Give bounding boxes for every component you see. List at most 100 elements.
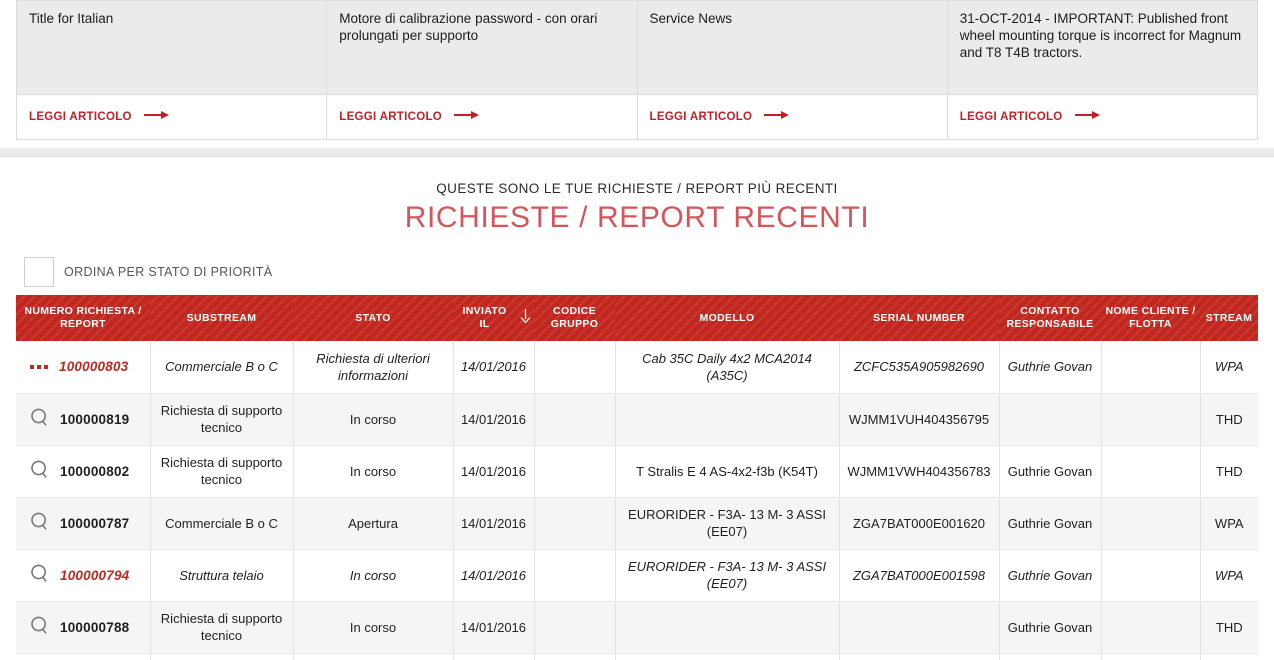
cell-contatto (999, 393, 1102, 446)
column-header-nome-cliente[interactable]: NOME CLIENTE / FLOTTA (1101, 295, 1200, 341)
cell-modello: EURORIDER - F3A- 13 M- 3 ASSI (EE07) (615, 497, 840, 550)
news-card: Service News LEGGI ARTICOLO (636, 0, 947, 140)
cell-modello: EURORIDER - F3A- 13 M- 3 ASSI (EE07) (615, 549, 840, 602)
news-card-title: Motore di calibrazione password - con or… (339, 11, 598, 43)
column-header-label: CONTATTO RESPONSABILE (1006, 305, 1094, 330)
table-row[interactable]: 100000819 Richiesta di supporto tecnico In… (16, 393, 1258, 446)
request-number: 100000803 (59, 359, 129, 375)
cell-numero-richiesta[interactable]: 100000819 (16, 393, 151, 446)
column-header-numero-richiesta[interactable]: NUMERO RICHIESTA / REPORT (16, 295, 150, 341)
cell-inviato-il: 14/01/2016 (453, 549, 535, 602)
column-header-label: STATO (355, 311, 391, 324)
cell-stream: WPA (1200, 341, 1258, 394)
news-card-title: 31-OCT-2014 - IMPORTANT: Published front… (959, 11, 1242, 60)
cell-nome-cliente (1101, 497, 1201, 550)
table-row[interactable]: 100000803 Commerciale B o C Richiesta di u… (16, 341, 1258, 394)
cell-stream: THD (1200, 653, 1258, 660)
cell-inviato-il: 14/01/2016 (453, 445, 535, 498)
column-header-contatto-responsabile[interactable]: CONTATTO RESPONSABILE (999, 295, 1101, 341)
cell-codice-gruppo (534, 445, 616, 498)
cell-serial-number: ZGA7BAT000E001620 (839, 497, 1000, 550)
cell-numero-richiesta[interactable]: 100000802 (16, 445, 151, 498)
news-card: 31-OCT-2014 - IMPORTANT: Published front… (946, 0, 1258, 140)
magnifier-icon[interactable] (30, 460, 49, 483)
cell-stream: THD (1200, 393, 1258, 446)
cell-stream: WPA (1200, 549, 1258, 602)
arrow-right-icon (143, 108, 170, 127)
magnifier-icon[interactable] (30, 408, 49, 431)
news-card: Title for Italian LEGGI ARTICOLO (16, 0, 327, 140)
cell-modello: Cab 35C Daily 4x2 MCA2014 (A35C) (615, 341, 840, 394)
table-row[interactable]: 100000789Richiesta di supporto tecnicoIn… (16, 653, 1258, 660)
arrow-right-icon (1074, 108, 1101, 127)
request-number: 100000819 (60, 411, 130, 427)
cell-contatto: Guthrie Govan (999, 549, 1102, 602)
magnifier-icon[interactable] (30, 616, 49, 639)
read-article-button[interactable]: LEGGI ARTICOLO (17, 94, 327, 139)
column-header-label: NOME CLIENTE / FLOTTA (1105, 305, 1196, 330)
cell-contatto: Guthrie Govan (999, 497, 1102, 550)
cell-serial-number (839, 653, 1000, 660)
cell-inviato-il: 14/01/2016 (453, 497, 535, 550)
cell-numero-richiesta[interactable]: 100000788 (16, 601, 151, 654)
page-title: RICHIESTE / REPORT RECENTI (404, 201, 870, 234)
column-header-inviato-il[interactable]: INVIATO IL (453, 295, 534, 341)
read-article-label: LEGGI ARTICOLO (649, 111, 753, 123)
read-article-button[interactable]: LEGGI ARTICOLO (637, 94, 947, 139)
cell-modello (615, 601, 840, 654)
read-article-button[interactable]: LEGGI ARTICOLO (947, 94, 1257, 139)
cell-codice-gruppo (534, 393, 616, 446)
table-header-row: NUMERO RICHIESTA / REPORT SUBSTREAM STAT… (16, 295, 1258, 341)
cell-numero-richiesta[interactable]: 100000789 (16, 653, 151, 660)
cell-modello: T Stralis E 4 AS-4x2-f3b (K54T) (615, 445, 840, 498)
read-article-button[interactable]: LEGGI ARTICOLO (327, 94, 637, 139)
cell-serial-number: WJMM1VUH404356795 (839, 393, 1000, 446)
sort-descending-icon (520, 308, 531, 328)
column-header-stream[interactable]: STREAM (1200, 295, 1258, 341)
column-header-codice-gruppo[interactable]: CODICE GRUPPO (534, 295, 615, 341)
column-header-stato[interactable]: STATO (293, 295, 453, 341)
section-divider (0, 148, 1274, 157)
sort-by-priority-row[interactable]: ORDINA PER STATO DI PRIORITÀ (24, 257, 1274, 287)
column-header-substream[interactable]: SUBSTREAM (150, 295, 293, 341)
cell-codice-gruppo (534, 341, 616, 394)
cell-substream: Richiesta di supporto tecnico (150, 445, 294, 498)
cell-substream: Commerciale B o C (150, 497, 294, 550)
magnifier-icon[interactable] (30, 564, 49, 587)
cell-nome-cliente (1101, 341, 1201, 394)
request-number: 100000788 (60, 619, 130, 635)
cell-contatto (999, 653, 1102, 660)
column-header-modello[interactable]: MODELLO (615, 295, 839, 341)
table-body: 100000803 Commerciale B o C Richiesta di u… (16, 341, 1258, 660)
table-row[interactable]: 100000794 Struttura telaio In corso 14/01/2… (16, 549, 1258, 602)
cell-stream: THD (1200, 445, 1258, 498)
news-card-body: Motore di calibrazione password - con or… (327, 1, 637, 94)
table-row[interactable]: 100000788 Richiesta di supporto tecnico In… (16, 601, 1258, 654)
cell-stato: Apertura (293, 497, 454, 550)
cell-inviato-il: 14/01/2016 (453, 601, 535, 654)
column-header-serial-number[interactable]: SERIAL NUMBER (839, 295, 999, 341)
column-header-label: NUMERO RICHIESTA / REPORT (24, 305, 142, 330)
cell-serial-number: WJMM1VWH404356783 (839, 445, 1000, 498)
cell-inviato-il: 14/01/2016 (453, 653, 535, 660)
dots-icon[interactable] (30, 364, 48, 369)
cell-numero-richiesta[interactable]: 100000794 (16, 549, 151, 602)
cell-serial-number: ZGA7BAT000E001598 (839, 549, 1000, 602)
cell-nome-cliente (1101, 445, 1201, 498)
cell-stato: Richiesta di ulteriori informazioni (293, 341, 454, 394)
cell-numero-richiesta[interactable]: 100000803 (16, 341, 151, 394)
sort-by-priority-label: ORDINA PER STATO DI PRIORITÀ (64, 265, 273, 279)
cell-stato: In corso (293, 653, 454, 660)
cell-serial-number (839, 601, 1000, 654)
cell-codice-gruppo (534, 497, 616, 550)
sort-by-priority-checkbox[interactable] (24, 257, 54, 287)
arrow-right-icon (764, 108, 790, 127)
news-card-body: Title for Italian (17, 1, 327, 94)
table-row[interactable]: 100000802 Richiesta di supporto tecnico In… (16, 445, 1258, 498)
cell-modello (615, 653, 840, 660)
read-article-label: LEGGI ARTICOLO (959, 111, 1063, 123)
news-cards-strip: Title for Italian LEGGI ARTICOLO Motore … (0, 0, 1274, 148)
table-row[interactable]: 100000787 Commerciale B o C Apertura 14/01/… (16, 497, 1258, 550)
cell-numero-richiesta[interactable]: 100000787 (16, 497, 151, 550)
magnifier-icon[interactable] (30, 512, 49, 535)
